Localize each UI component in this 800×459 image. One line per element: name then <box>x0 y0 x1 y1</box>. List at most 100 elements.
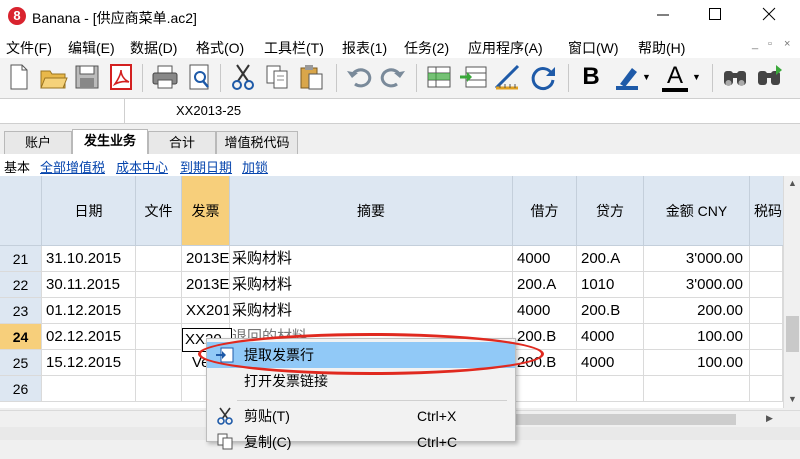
header-vat-code[interactable]: 税码 <box>750 176 783 246</box>
vertical-scrollbar[interactable]: ▲ ▼ <box>783 176 800 408</box>
view-cost-centers[interactable]: 成本中心 <box>116 157 168 176</box>
menu-file[interactable]: 文件(F) <box>6 38 52 58</box>
vertical-scroll-thumb[interactable] <box>786 316 799 352</box>
header-debit[interactable]: 借方 <box>513 176 577 246</box>
cell-invoice[interactable]: XX201 <box>182 298 230 324</box>
cell-amount[interactable]: 100.00 <box>644 324 750 350</box>
cell-description[interactable]: 采购材料 <box>230 246 513 272</box>
row-number[interactable]: 22 <box>0 272 42 298</box>
header-credit[interactable]: 贷方 <box>577 176 644 246</box>
cell-vat-code[interactable] <box>750 324 783 350</box>
cell-date[interactable]: 30.11.2015 <box>42 272 136 298</box>
tab-accounts[interactable]: 账户 <box>4 131 72 154</box>
header-description[interactable]: 摘要 <box>230 176 513 246</box>
cell-invoice[interactable]: 2013E <box>182 272 230 298</box>
horizontal-scroll-thumb[interactable] <box>516 414 736 425</box>
cell-debit[interactable]: 4000 <box>513 298 577 324</box>
mdi-minimize-button[interactable]: _ <box>752 38 758 50</box>
cell-debit[interactable]: 4000 <box>513 246 577 272</box>
scroll-right-icon[interactable]: ▶ <box>766 413 773 424</box>
insert-row-icon[interactable] <box>458 62 488 92</box>
row-number[interactable]: 24 <box>0 324 42 350</box>
view-lock[interactable]: 加锁 <box>242 157 268 176</box>
cell-amount[interactable] <box>644 376 750 402</box>
scroll-down-icon[interactable]: ▼ <box>788 394 797 404</box>
copy-icon[interactable] <box>262 62 292 92</box>
header-date[interactable]: 日期 <box>42 176 136 246</box>
menu-apps[interactable]: 应用程序(A) <box>468 38 543 58</box>
cell-vat-code[interactable] <box>750 298 783 324</box>
maximize-button[interactable] <box>692 0 738 34</box>
cell-amount[interactable]: 3'000.00 <box>644 246 750 272</box>
cell-description[interactable]: 采购材料 <box>230 272 513 298</box>
tab-transactions[interactable]: 发生业务 <box>72 129 148 155</box>
cell-debit[interactable]: 200.A <box>513 272 577 298</box>
scroll-up-icon[interactable]: ▲ <box>788 178 797 188</box>
new-file-icon[interactable] <box>4 62 34 92</box>
cell-reference-box[interactable] <box>0 99 125 123</box>
cell-document[interactable] <box>136 324 182 350</box>
cell-credit[interactable]: 1010 <box>577 272 644 298</box>
cell-amount[interactable]: 200.00 <box>644 298 750 324</box>
menu-toolbar[interactable]: 工具栏(T) <box>264 38 324 58</box>
cell-credit[interactable]: 4000 <box>577 350 644 376</box>
header-document[interactable]: 文件 <box>136 176 182 246</box>
cell-document[interactable] <box>136 246 182 272</box>
row-number[interactable]: 23 <box>0 298 42 324</box>
cell-date[interactable]: 15.12.2015 <box>42 350 136 376</box>
cell-amount[interactable]: 3'000.00 <box>644 272 750 298</box>
cell-date[interactable]: 02.12.2015 <box>42 324 136 350</box>
menu-window[interactable]: 窗口(W) <box>568 38 619 58</box>
cell-vat-code[interactable] <box>750 246 783 272</box>
cell-date[interactable]: 01.12.2015 <box>42 298 136 324</box>
mdi-close-button[interactable]: × <box>784 38 790 50</box>
refresh-icon[interactable] <box>528 62 558 92</box>
tab-totals[interactable]: 合计 <box>148 131 216 154</box>
cut-icon[interactable] <box>228 62 258 92</box>
view-basic[interactable]: 基本 <box>4 157 30 176</box>
print-icon[interactable] <box>150 62 180 92</box>
redo-icon[interactable] <box>378 62 408 92</box>
close-button[interactable] <box>746 0 792 34</box>
highlight-icon[interactable] <box>612 62 642 92</box>
cell-credit[interactable]: 200.A <box>577 246 644 272</box>
print-preview-icon[interactable] <box>184 62 214 92</box>
font-color-dropdown-icon[interactable]: ▼ <box>692 62 704 92</box>
menu-item-copy[interactable]: 复制(C) Ctrl+C <box>207 429 515 455</box>
header-invoice[interactable]: 发票 <box>182 176 230 246</box>
mdi-restore-button[interactable]: ▫ <box>768 38 772 50</box>
menu-data[interactable]: 数据(D) <box>130 38 177 58</box>
open-folder-icon[interactable] <box>38 62 68 92</box>
cell-amount[interactable]: 100.00 <box>644 350 750 376</box>
cell-document[interactable] <box>136 272 182 298</box>
tab-vat-codes[interactable]: 增值税代码 <box>216 131 298 154</box>
paste-icon[interactable] <box>296 62 326 92</box>
find-replace-icon[interactable] <box>754 62 784 92</box>
cell-document[interactable] <box>136 376 182 402</box>
cell-invoice[interactable]: 2013E <box>182 246 230 272</box>
bold-icon[interactable]: B <box>576 62 606 92</box>
save-icon[interactable] <box>72 62 102 92</box>
add-row-icon[interactable] <box>424 62 454 92</box>
view-all-vat[interactable]: 全部增值税 <box>40 157 105 176</box>
cell-document[interactable] <box>136 350 182 376</box>
minimize-button[interactable] <box>640 0 686 34</box>
cell-document[interactable] <box>136 298 182 324</box>
cell-date[interactable]: 31.10.2015 <box>42 246 136 272</box>
view-due-dates[interactable]: 到期日期 <box>180 157 232 176</box>
header-amount[interactable]: 金额 CNY <box>644 176 750 246</box>
row-number[interactable]: 26 <box>0 376 42 402</box>
row-number[interactable]: 25 <box>0 350 42 376</box>
highlight-dropdown-icon[interactable]: ▼ <box>642 62 654 92</box>
find-icon[interactable] <box>720 62 750 92</box>
cell-credit[interactable]: 4000 <box>577 324 644 350</box>
cell-vat-code[interactable] <box>750 272 783 298</box>
cell-credit[interactable] <box>577 376 644 402</box>
cell-date[interactable] <box>42 376 136 402</box>
undo-icon[interactable] <box>344 62 374 92</box>
cell-vat-code[interactable] <box>750 376 783 402</box>
menu-format[interactable]: 格式(O) <box>196 38 244 58</box>
ruler-icon[interactable] <box>492 62 522 92</box>
menu-tasks[interactable]: 任务(2) <box>404 38 449 58</box>
cell-content-value[interactable]: XX2013-25 <box>176 103 241 118</box>
